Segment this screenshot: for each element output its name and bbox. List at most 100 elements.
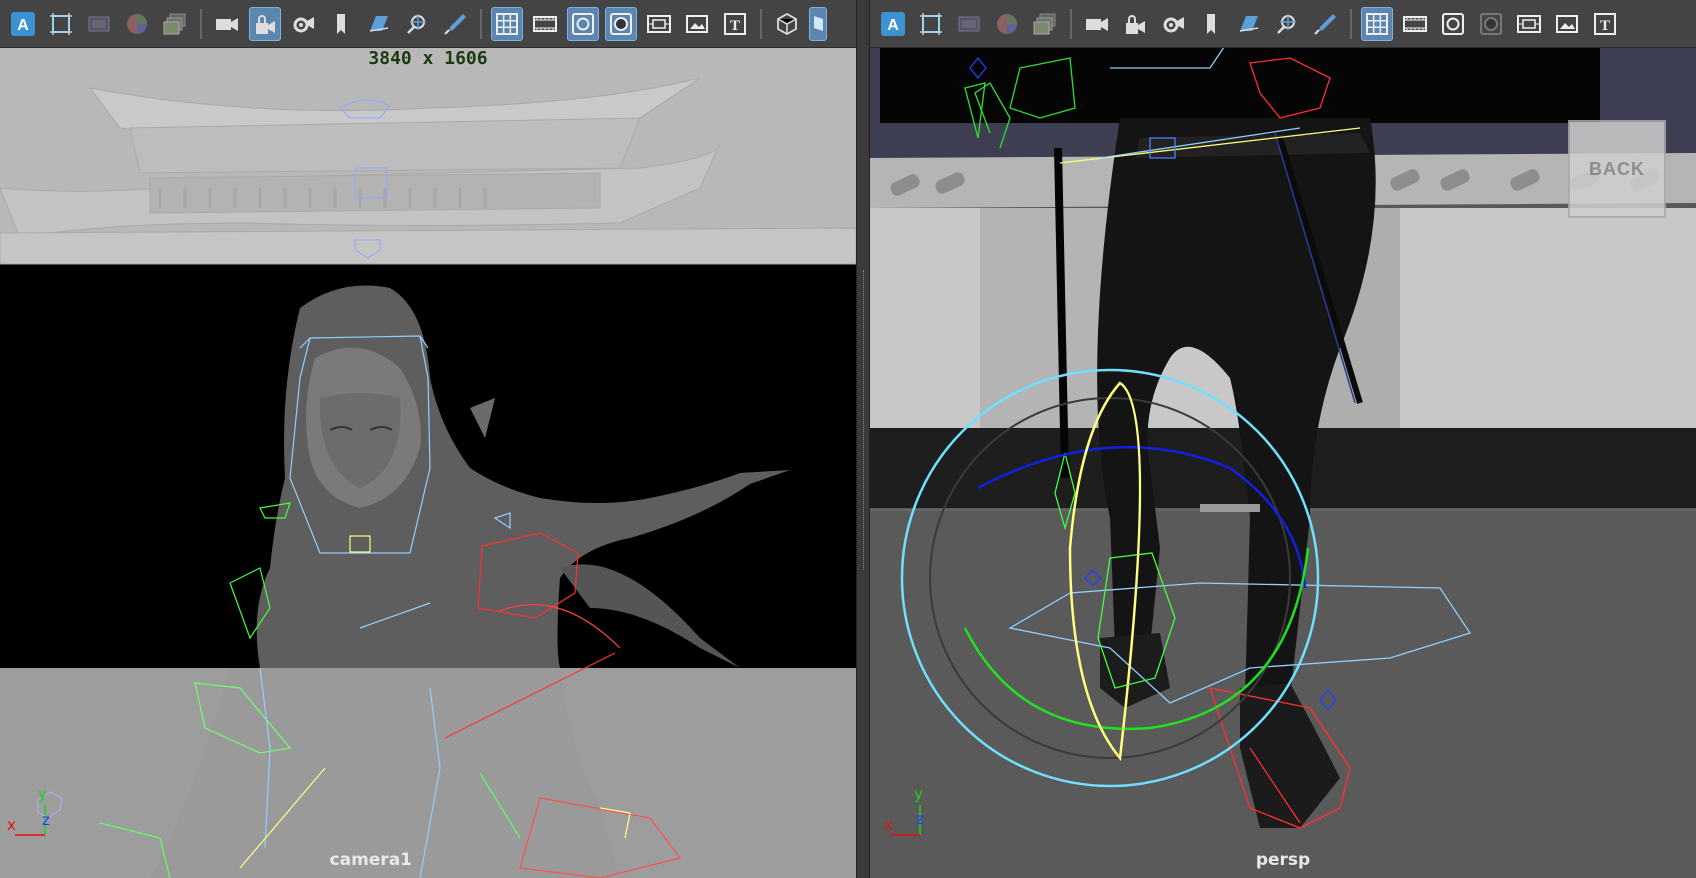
camera-icon [216, 17, 238, 31]
shaded-cube-icon [814, 15, 823, 31]
pivot-icon [1277, 13, 1296, 34]
app-logo-icon: A [881, 11, 905, 36]
shading-cube-button[interactable] [771, 7, 803, 41]
toolbar-separator [200, 8, 202, 39]
two-d-pan-zoom-button[interactable] [1271, 7, 1303, 41]
camera-settings-icon [1163, 16, 1184, 32]
paint-brush-icon [444, 13, 466, 35]
viewport-splitter[interactable] [856, 0, 870, 878]
axis-x-label: x [884, 816, 893, 834]
resolution-readout: 3840 x 1606 [368, 48, 488, 69]
gate-mask-toggle[interactable] [1475, 7, 1507, 41]
svg-text:T: T [730, 18, 740, 34]
cube-icon [777, 12, 797, 35]
paint-brush-icon [1314, 13, 1336, 35]
resolution-gate-toggle[interactable] [1437, 7, 1469, 41]
resolution-gate-icon [572, 12, 594, 35]
grease-pencil-button[interactable] [1309, 7, 1341, 41]
gate-mask-toggle[interactable] [605, 6, 637, 41]
color-management-button[interactable] [991, 7, 1023, 41]
resolution-gate-toggle[interactable] [567, 6, 599, 41]
film-gate-icon [88, 16, 110, 31]
axis-z-label: z [42, 811, 50, 829]
pivot-icon [407, 13, 426, 34]
film-gate-button[interactable] [83, 7, 115, 41]
color-wheel-icon [127, 13, 147, 34]
svg-text:A: A [887, 17, 899, 34]
app-logo-button[interactable]: A [877, 7, 909, 41]
background-dark-panel [880, 48, 1600, 123]
field-chart-toggle[interactable] [1513, 7, 1545, 41]
app-logo-icon: A [11, 11, 35, 36]
image-stack-button[interactable] [1029, 7, 1061, 41]
axis-z-label: z [916, 810, 924, 828]
lock-camera-button[interactable] [1119, 7, 1151, 41]
camera-name-label: persp [1255, 850, 1311, 870]
color-management-button[interactable] [121, 7, 153, 41]
svg-text:T: T [1600, 18, 1610, 34]
image-stack-button[interactable] [159, 7, 191, 41]
image-stack-icon [163, 13, 186, 34]
bookmark-button[interactable] [1195, 7, 1227, 41]
left-viewport-pane[interactable]: A T 3840 x 1606 y z x camera1 [0, 0, 856, 878]
hud-text-toggle[interactable]: T [1589, 7, 1621, 41]
camera-name-label: camera1 [329, 850, 412, 870]
select-camera-button[interactable] [45, 7, 77, 41]
image-plane-icon [686, 14, 708, 33]
shading-toggle[interactable] [809, 6, 827, 41]
safe-action-toggle[interactable] [681, 7, 713, 41]
right-viewport-toolbar: A T [870, 0, 1696, 48]
app-logo-button[interactable]: A [7, 7, 39, 41]
view-cube-back-face[interactable]: BACK [1568, 120, 1666, 218]
splitter-grip[interactable] [863, 270, 865, 570]
image-plane-icon [1556, 14, 1578, 33]
image-plane-toggle[interactable] [363, 7, 395, 41]
axis-y-label: y [914, 785, 923, 803]
grease-pencil-button[interactable] [439, 7, 471, 41]
image-stack-icon [1033, 13, 1056, 34]
text-icon: T [1594, 12, 1616, 35]
bookmark-button[interactable] [325, 7, 357, 41]
grid-icon [496, 12, 518, 35]
camera-icon [1086, 17, 1108, 31]
two-d-pan-zoom-button[interactable] [401, 7, 433, 41]
lock-camera-button[interactable] [249, 6, 281, 41]
safe-frame-icon [610, 12, 632, 35]
camera-frame-icon [50, 12, 72, 35]
camera-button[interactable] [211, 7, 243, 41]
plane-icon [369, 15, 389, 32]
film-strip-icon [1403, 15, 1427, 32]
persp-viewport[interactable]: BACK y z x persp [870, 48, 1696, 878]
camera-attributes-button[interactable] [1157, 7, 1189, 41]
camera-settings-icon [293, 16, 314, 32]
left-viewport-toolbar: A T [0, 0, 856, 48]
resolution-gate-icon [1442, 12, 1464, 35]
safe-action-toggle[interactable] [1551, 7, 1583, 41]
toolbar-separator [760, 8, 762, 39]
toolbar-separator [480, 8, 482, 39]
toolbar-separator [1350, 8, 1352, 39]
camera-attributes-button[interactable] [287, 7, 319, 41]
hud-text-toggle[interactable]: T [719, 7, 751, 41]
grid-icon [1366, 12, 1388, 35]
text-icon: T [724, 12, 746, 35]
field-chart-icon [1517, 14, 1541, 33]
grid-toggle[interactable] [491, 6, 523, 41]
camera-button[interactable] [1081, 7, 1113, 41]
toolbar-separator [1070, 8, 1072, 39]
grid-toggle[interactable] [1361, 6, 1393, 41]
camera-lock-icon [1126, 14, 1145, 34]
bookmark-icon [1207, 13, 1215, 34]
film-strip-icon [533, 15, 557, 32]
select-camera-button[interactable] [915, 7, 947, 41]
field-chart-icon [647, 14, 671, 33]
film-gate-toggle[interactable] [1399, 7, 1431, 41]
right-viewport-pane[interactable]: A T BACK y z x persp [870, 0, 1696, 878]
field-chart-toggle[interactable] [643, 7, 675, 41]
film-gate-toggle[interactable] [529, 7, 561, 41]
camera1-viewport[interactable]: 3840 x 1606 y z x camera1 [0, 48, 856, 878]
svg-text:A: A [17, 17, 29, 34]
bookmark-icon [337, 13, 345, 34]
image-plane-toggle[interactable] [1233, 7, 1265, 41]
film-gate-button[interactable] [953, 7, 985, 41]
